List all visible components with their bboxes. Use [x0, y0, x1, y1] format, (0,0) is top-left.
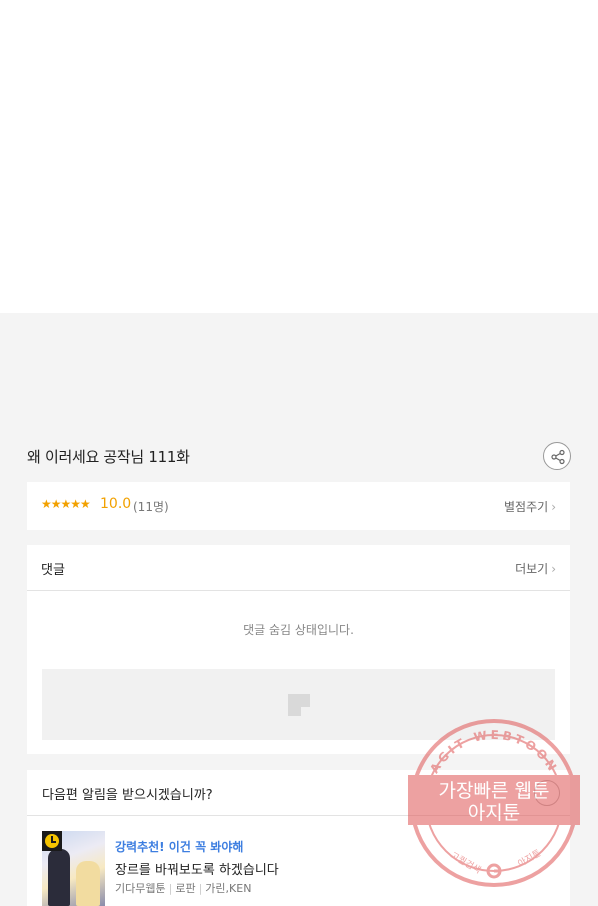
rating-stars: ★★★★★: [41, 497, 91, 511]
watermark-bottom-right: 아지툰: [516, 848, 543, 870]
recommend-category: 기다무웹툰: [115, 882, 166, 895]
share-icon: [551, 449, 565, 465]
chevron-right-icon: ›: [551, 500, 556, 514]
thumbnail-figure: [48, 849, 70, 906]
recommend-thumbnail[interactable]: [42, 831, 105, 906]
comment-hidden-message: 댓글 숨김 상태입니다.: [243, 623, 354, 637]
recommend-title[interactable]: 장르를 바꿔보도록 하겠습니다: [115, 859, 279, 878]
watermark-stamp: AGIT WEBTOON 가장빠른 웹툰 아지툰 고퀄검색 아지툰: [408, 719, 580, 887]
recommend-tag[interactable]: 강력추천! 이건 꼭 봐야해: [115, 838, 243, 855]
episode-title-row: 왜 이러세요 공작님 111화: [27, 442, 571, 472]
comment-more-button[interactable]: 더보기 ›: [515, 560, 556, 577]
rate-button[interactable]: 별점주기 ›: [504, 498, 556, 515]
rating-card: ★★★★★ 10.0 (11명) 별점주기 ›: [27, 482, 570, 530]
comment-placeholder-icon: [288, 694, 310, 716]
clock-badge-icon: [42, 831, 62, 851]
notify-title: 다음편 알림을 받으시겠습니까?: [42, 788, 213, 803]
thumbnail-figure: [76, 861, 100, 906]
rate-button-label: 별점주기: [504, 500, 549, 514]
rating-score: 10.0: [100, 496, 132, 512]
rating-count: (11명): [133, 500, 169, 514]
share-button[interactable]: [543, 442, 571, 470]
chevron-right-icon: ›: [551, 562, 556, 576]
comment-header: 댓글 더보기 ›: [27, 545, 570, 591]
watermark-line2: 아지툰: [468, 802, 520, 824]
watermark-line1: 가장빠른 웹툰: [439, 780, 550, 802]
recommend-meta: 기다무웹툰 | 로판 | 가린,KEN: [115, 882, 252, 895]
blank-content-area: [0, 0, 598, 313]
comment-title: 댓글: [41, 563, 65, 578]
episode-title: 왜 이러세요 공작님 111화: [27, 448, 190, 466]
recommend-genre: 로판: [175, 882, 196, 895]
recommend-authors: 가린,KEN: [205, 882, 252, 895]
comment-more-label: 더보기: [515, 562, 549, 576]
